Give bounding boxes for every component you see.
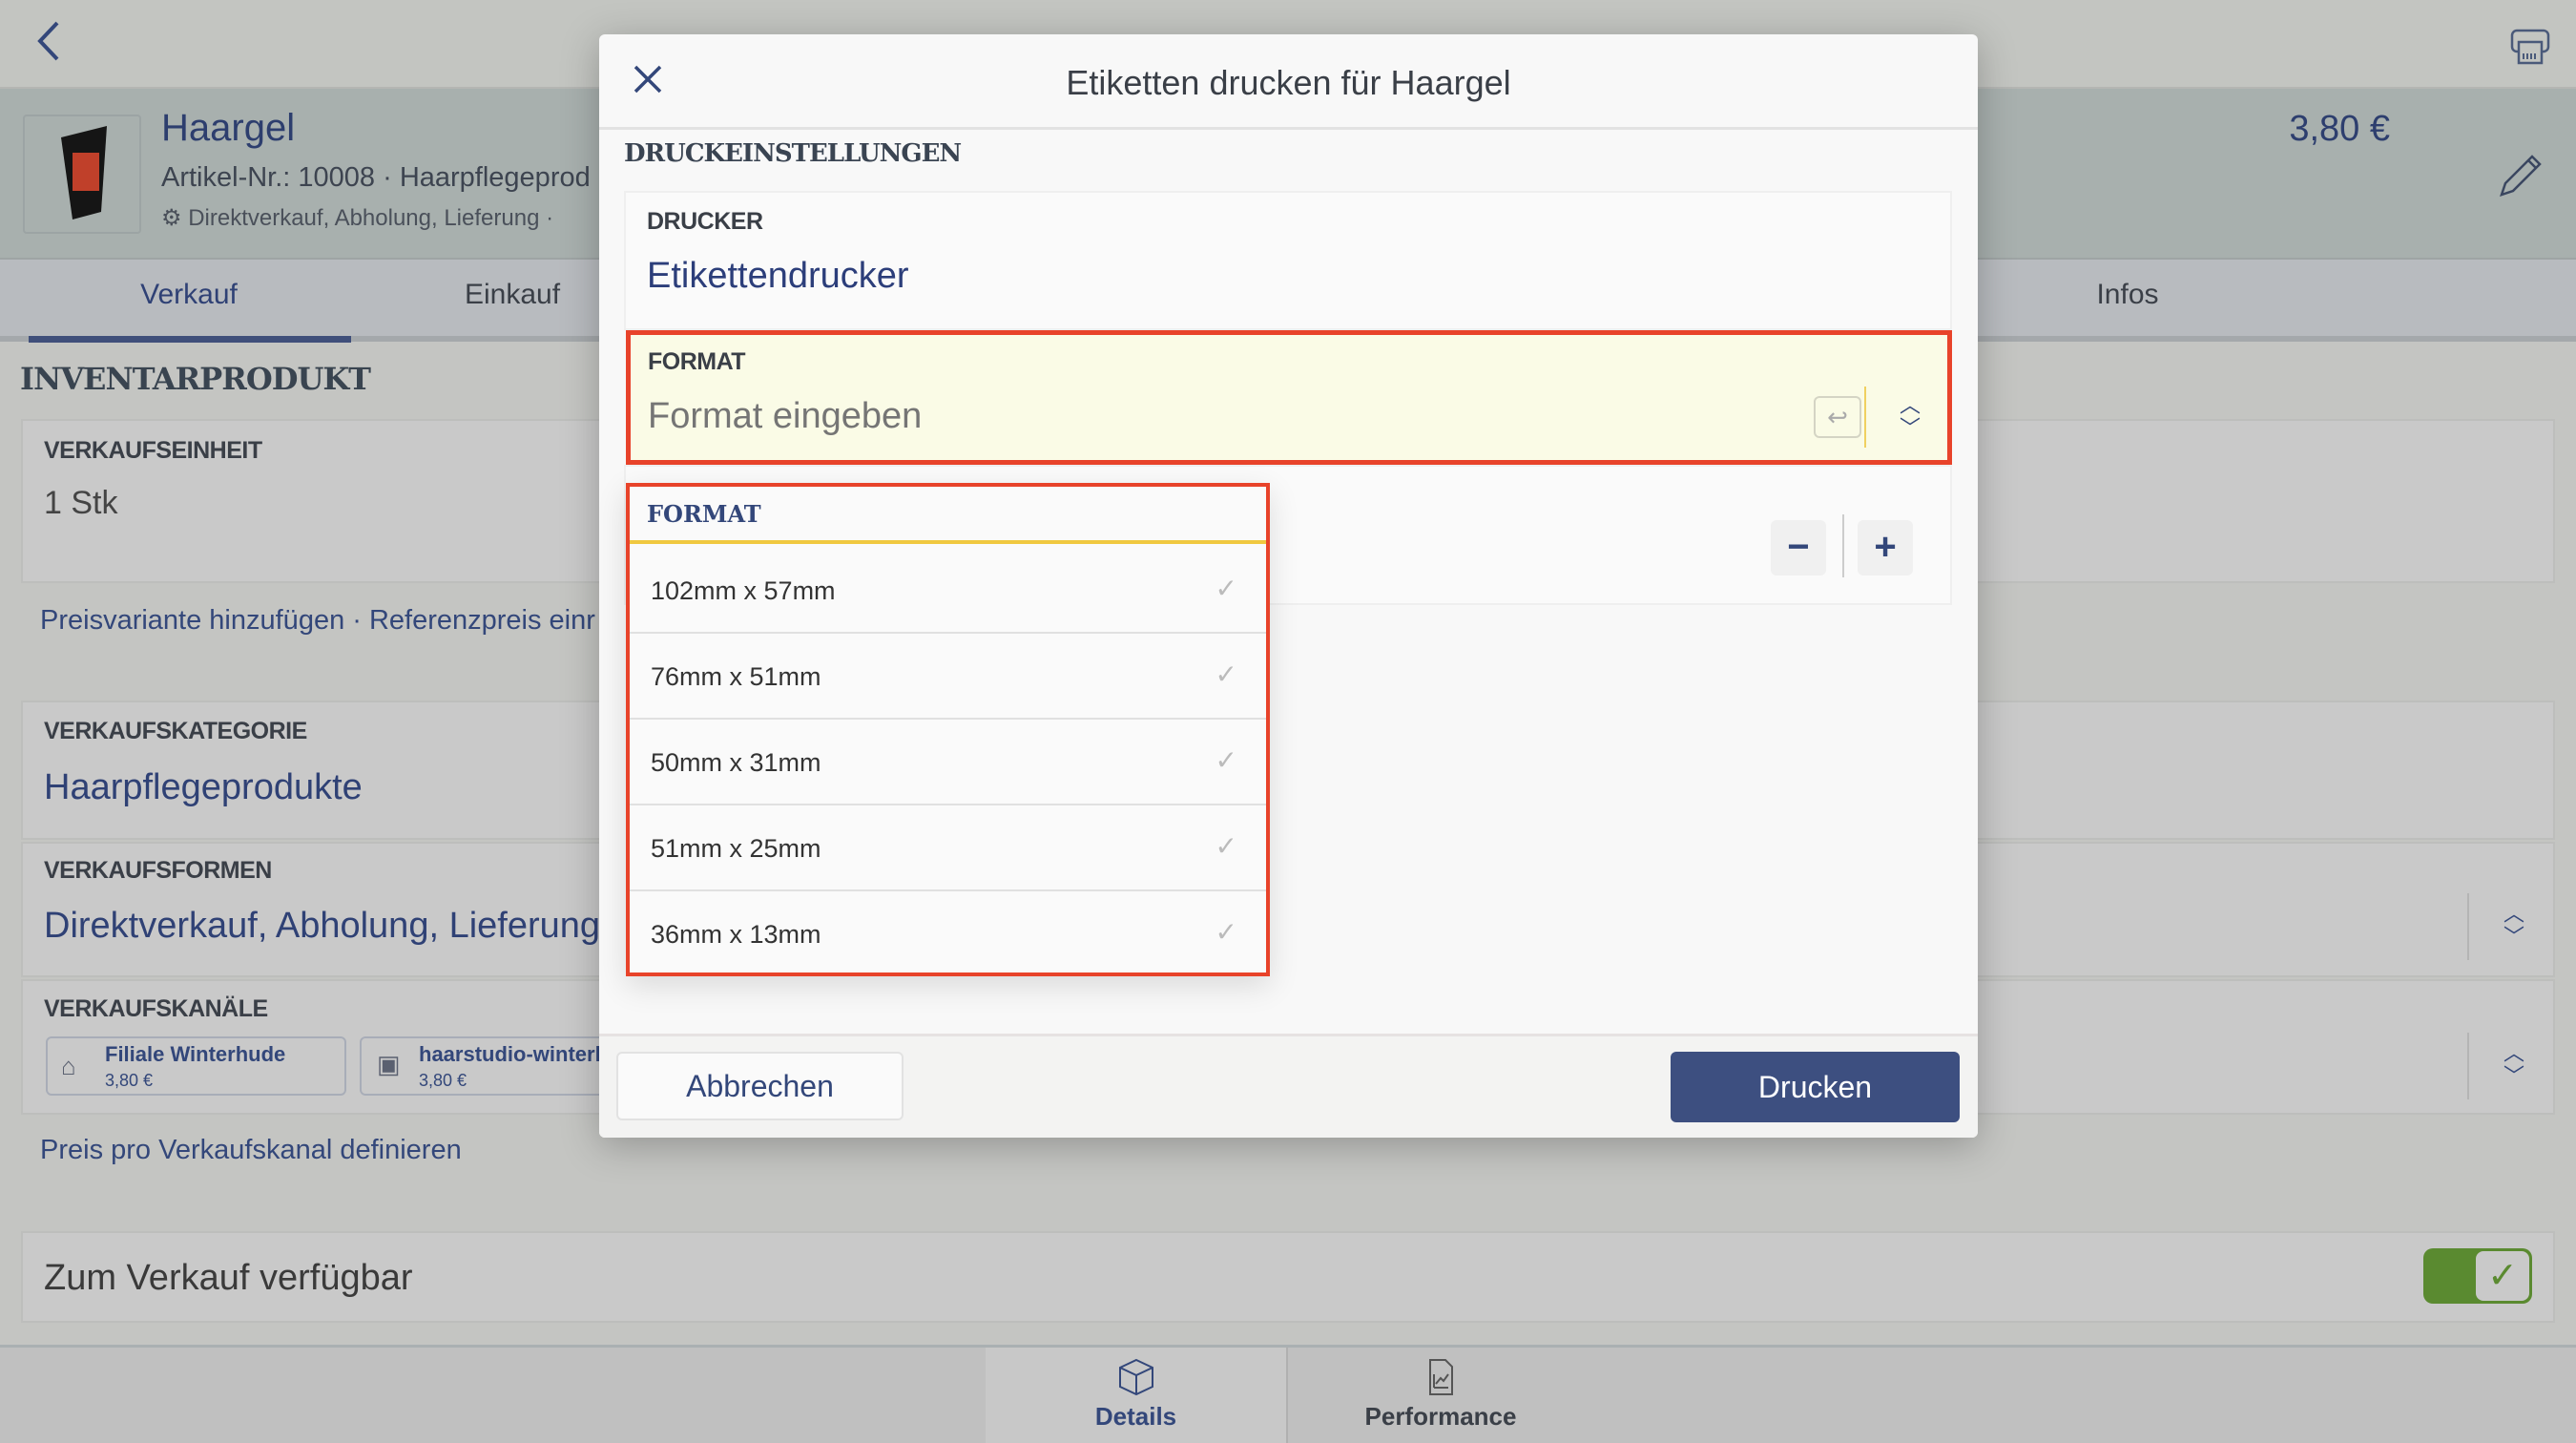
section-title: INVENTARPRODUKT — [20, 361, 371, 397]
tab-verkauf[interactable]: Verkauf — [140, 279, 238, 311]
decrease-button[interactable]: − — [1771, 520, 1826, 575]
chevron-down-icon: ﹀ — [1899, 416, 1921, 440]
divider — [1842, 514, 1844, 577]
pencil-icon — [2500, 155, 2542, 197]
format-option[interactable]: 51mm x 25mm ✓ — [630, 805, 1266, 891]
product-image — [23, 115, 141, 234]
chevron-down-icon: ﹀ — [2503, 1064, 2524, 1088]
increase-button[interactable]: + — [1858, 520, 1913, 575]
chevron-up-icon: ︿ — [2503, 902, 2524, 926]
cancel-button[interactable]: Abbrechen — [616, 1052, 904, 1120]
check-icon: ✓ — [1215, 574, 1237, 603]
chevron-up-icon: ︿ — [2503, 1041, 2524, 1065]
format-option[interactable]: 76mm x 51mm ✓ — [630, 634, 1266, 720]
box-icon — [1118, 1358, 1153, 1396]
sales-forms-label: VERKAUFSFORMEN — [44, 857, 272, 884]
enter-key-icon[interactable]: ↩ — [1814, 396, 1861, 438]
sales-forms-stepper[interactable]: ︿ ﹀ — [2500, 903, 2528, 949]
category-value: Haarpflegeprodukte — [44, 767, 363, 807]
sales-channels-label: VERKAUFSKANÄLE — [44, 995, 268, 1022]
check-icon: ✓ — [1215, 745, 1237, 775]
unit-label: VERKAUFSEINHEIT — [44, 437, 262, 464]
channel-price-link[interactable]: Preis pro Verkaufskanal definieren — [40, 1135, 462, 1166]
format-dropdown: FORMAT 102mm x 57mm ✓ 76mm x 51mm ✓ 50mm x… — [626, 483, 1270, 976]
printer-label: DRUCKER — [647, 208, 763, 235]
active-tab-indicator — [29, 336, 351, 343]
product-price: 3,80 € — [2289, 109, 2390, 149]
sales-forms-value: Direktverkauf, Abholung, Lieferung — [44, 906, 601, 946]
available-toggle[interactable]: ✓ — [2423, 1248, 2532, 1304]
format-option[interactable]: 50mm x 31mm ✓ — [630, 720, 1266, 805]
product-article-line: Artikel-Nr.: 10008 · Haarpflegeprod — [161, 162, 591, 193]
store-location-icon: ⌂ — [61, 1052, 76, 1080]
tab-infos[interactable]: Infos — [2096, 279, 2158, 311]
dialog-title: Etiketten drucken für Haargel — [1066, 63, 1511, 102]
chevron-down-icon: ﹀ — [2503, 925, 2524, 949]
print-settings-heading: DRUCKEINSTELLUNGEN — [624, 139, 962, 168]
printer-value: Etikettendrucker — [647, 256, 909, 296]
category-label: VERKAUFSKATEGORIE — [44, 718, 307, 744]
print-labels-dialog: Etiketten drucken für Haargel DRUCKEINST… — [599, 34, 1978, 1138]
printer-field[interactable]: DRUCKER Etikettendrucker — [624, 191, 1952, 330]
back-button[interactable] — [34, 19, 63, 74]
sales-channels-stepper[interactable]: ︿ ﹀ — [2500, 1042, 2528, 1088]
divider — [2467, 893, 2469, 960]
edit-button[interactable] — [2492, 149, 2545, 207]
format-field[interactable]: FORMAT ↩ ︿﹀ — [626, 330, 1952, 465]
check-icon: ✓ — [1215, 659, 1237, 689]
format-label: FORMAT — [648, 348, 746, 375]
tab-einkauf[interactable]: Einkauf — [465, 279, 560, 311]
format-option[interactable]: 36mm x 13mm ✓ — [630, 891, 1266, 977]
sales-forms-icon: ⚙ — [161, 205, 189, 231]
nav-performance[interactable]: Performance — [1288, 1348, 1593, 1443]
divider — [2467, 1033, 2469, 1099]
chevron-left-icon — [37, 21, 59, 61]
dropdown-header: FORMAT — [630, 487, 1266, 544]
label-printer-icon — [2510, 29, 2550, 65]
divider — [1864, 387, 1866, 448]
chevron-up-icon: ︿ — [1899, 393, 1921, 417]
product-name: Haargel — [161, 107, 296, 149]
format-option[interactable]: 102mm x 57mm ✓ — [630, 548, 1266, 634]
nav-details[interactable]: Details — [986, 1348, 1288, 1443]
format-input[interactable] — [648, 392, 1697, 440]
checkmark-icon: ✓ — [2476, 1251, 2529, 1301]
available-label: Zum Verkauf verfügbar — [44, 1258, 413, 1298]
check-icon: ✓ — [1215, 831, 1237, 861]
channel-chip[interactable]: ⌂ Filiale Winterhude 3,80 € — [46, 1036, 346, 1096]
product-sales-line: ⚙ Direktverkauf, Abholung, Lieferung · — [161, 205, 554, 231]
format-stepper[interactable]: ︿ ﹀ — [1896, 394, 1924, 440]
chart-document-icon — [1429, 1359, 1453, 1395]
unit-value: 1 Stk — [44, 485, 118, 521]
check-icon: ✓ — [1215, 917, 1237, 947]
label-printer-button[interactable] — [2509, 25, 2551, 70]
price-variant-links[interactable]: Preisvariante hinzufügen · Referenzpreis… — [40, 605, 595, 637]
print-button[interactable]: Drucken — [1671, 1052, 1960, 1122]
webshop-cart-icon: ▣ — [377, 1050, 401, 1078]
